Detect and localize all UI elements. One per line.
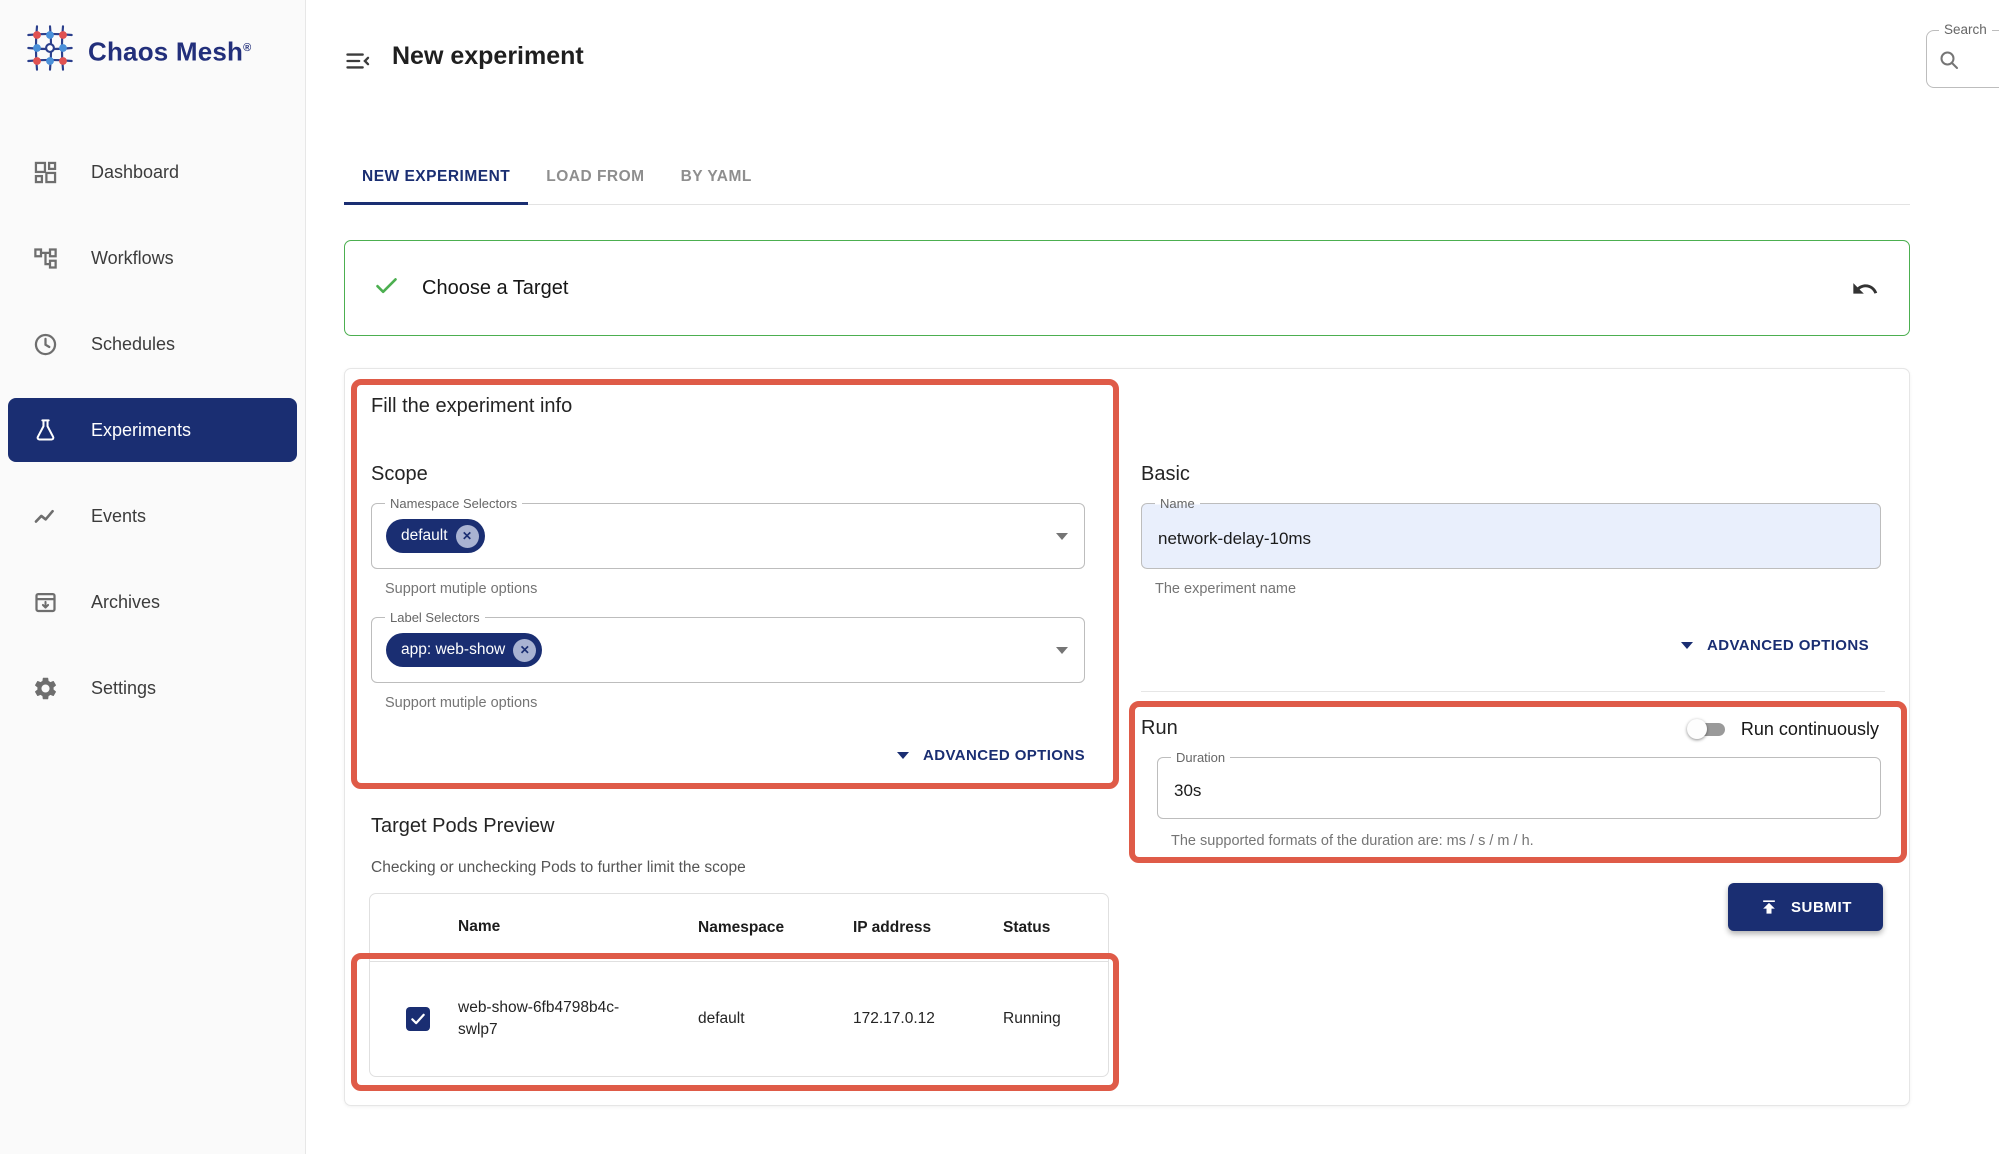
triangle-down-icon xyxy=(897,752,909,759)
sidebar-item-dashboard[interactable]: Dashboard xyxy=(8,140,297,204)
tab-new-experiment[interactable]: NEW EXPERIMENT xyxy=(344,150,528,204)
basic-advanced-options-link[interactable]: ADVANCED OPTIONS xyxy=(1141,637,1869,654)
name-field-label: Name xyxy=(1155,495,1200,512)
pod-row[interactable]: web-show-6fb4798b4c-swlp7 default 172.17… xyxy=(370,962,1108,1076)
submit-button[interactable]: SUBMIT xyxy=(1728,883,1883,931)
pods-table-header: Name Namespace IP address Status xyxy=(370,894,1108,962)
sidebar-nav: Dashboard Workflows Schedules xyxy=(0,140,305,742)
search-field-label: Search xyxy=(1939,22,1992,37)
chip-delete-icon[interactable]: ✕ xyxy=(456,525,479,548)
tab-load-from[interactable]: LOAD FROM xyxy=(528,150,662,204)
label-chip-label: app: web-show xyxy=(401,641,505,659)
pods-preview-description: Checking or unchecking Pods to further l… xyxy=(371,859,746,877)
brand-name: Chaos Mesh® xyxy=(88,22,251,78)
namespace-selectors-field[interactable]: Namespace Selectors default ✕ xyxy=(371,503,1085,569)
toggle-thumb xyxy=(1687,719,1707,739)
namespace-helper-text: Support mutiple options xyxy=(385,581,537,597)
column-header-status: Status xyxy=(1003,919,1108,937)
duration-helper-text: The supported formats of the duration ar… xyxy=(1171,833,1534,849)
submit-label: SUBMIT xyxy=(1791,899,1852,916)
namespace-chip: default ✕ xyxy=(386,519,485,553)
gear-icon xyxy=(32,675,59,702)
chaos-mesh-app: Chaos Mesh® Dashboard Workflows xyxy=(0,0,1999,1154)
tab-bar: NEW EXPERIMENT LOAD FROM BY YAML xyxy=(344,150,1910,205)
search-field[interactable]: Search xyxy=(1926,30,1999,88)
advanced-options-label: ADVANCED OPTIONS xyxy=(923,747,1085,764)
pod-ip: 172.17.0.12 xyxy=(853,1010,1003,1028)
sidebar-item-label: Settings xyxy=(91,678,156,699)
sidebar: Chaos Mesh® Dashboard Workflows xyxy=(0,0,306,1154)
experiment-info-heading: Fill the experiment info xyxy=(371,395,572,418)
sidebar-item-experiments[interactable]: Experiments xyxy=(8,398,297,462)
sidebar-item-archives[interactable]: Archives xyxy=(8,570,297,634)
label-chip: app: web-show ✕ xyxy=(386,633,542,667)
sidebar-item-workflows[interactable]: Workflows xyxy=(8,226,297,290)
column-header-name: Name xyxy=(458,916,698,938)
name-helper-text: The experiment name xyxy=(1155,581,1296,597)
sidebar-item-schedules[interactable]: Schedules xyxy=(8,312,297,376)
search-icon xyxy=(1937,48,1961,72)
sidebar-item-label: Archives xyxy=(91,592,160,613)
duration-field-label: Duration xyxy=(1171,749,1230,766)
timeline-icon xyxy=(32,503,59,530)
sidebar-item-label: Schedules xyxy=(91,334,175,355)
scope-advanced-options-link[interactable]: ADVANCED OPTIONS xyxy=(371,747,1085,764)
sidebar-item-events[interactable]: Events xyxy=(8,484,297,548)
pods-table: Name Namespace IP address Status web-sho… xyxy=(369,893,1109,1077)
chevron-down-icon[interactable] xyxy=(1056,533,1068,540)
run-heading: Run xyxy=(1141,717,1178,740)
sidebar-item-label: Events xyxy=(91,506,146,527)
experiment-name-input[interactable] xyxy=(1142,504,1880,568)
sidebar-item-settings[interactable]: Settings xyxy=(8,656,297,720)
triangle-down-icon xyxy=(1681,642,1693,649)
section-divider xyxy=(1141,691,1885,692)
basic-heading: Basic xyxy=(1141,463,1190,486)
sidebar-item-label: Workflows xyxy=(91,248,174,269)
pods-preview-heading: Target Pods Preview xyxy=(371,815,554,838)
undo-icon[interactable] xyxy=(1851,275,1879,303)
choose-target-label: Choose a Target xyxy=(422,277,568,300)
sidebar-item-label: Dashboard xyxy=(91,162,179,183)
experiment-form-card: Fill the experiment info Scope Namespace… xyxy=(344,368,1910,1106)
scope-heading: Scope xyxy=(371,463,428,486)
menu-open-icon[interactable] xyxy=(344,47,372,75)
namespace-chip-label: default xyxy=(401,527,448,545)
label-selectors-label: Label Selectors xyxy=(385,609,485,626)
pod-status: Running xyxy=(1003,1010,1108,1028)
pod-namespace: default xyxy=(698,1010,853,1028)
pod-name: web-show-6fb4798b4c-swlp7 xyxy=(458,997,698,1042)
namespace-selectors-label: Namespace Selectors xyxy=(385,495,522,512)
duration-field[interactable]: Duration xyxy=(1157,757,1881,819)
publish-icon xyxy=(1759,897,1779,917)
run-continuously-label: Run continuously xyxy=(1741,719,1879,740)
tab-by-yaml[interactable]: BY YAML xyxy=(663,150,770,204)
run-continuously-toggle[interactable] xyxy=(1687,717,1727,741)
column-header-ip: IP address xyxy=(853,919,1003,937)
brand-logo: Chaos Mesh® xyxy=(0,0,305,79)
advanced-options-label: ADVANCED OPTIONS xyxy=(1707,637,1869,654)
flask-icon xyxy=(32,417,59,444)
label-helper-text: Support mutiple options xyxy=(385,695,537,711)
pod-checkbox[interactable] xyxy=(406,1007,430,1031)
choose-target-step: Choose a Target xyxy=(344,240,1910,336)
trademark: ® xyxy=(243,42,251,54)
workflow-icon xyxy=(32,245,59,272)
archive-icon xyxy=(32,589,59,616)
run-continuously-toggle-row: Run continuously xyxy=(1687,717,1879,741)
check-icon xyxy=(373,272,400,304)
label-selectors-field[interactable]: Label Selectors app: web-show ✕ xyxy=(371,617,1085,683)
sidebar-item-label: Experiments xyxy=(91,420,191,441)
page-title: New experiment xyxy=(392,42,584,71)
chevron-down-icon[interactable] xyxy=(1056,647,1068,654)
chip-delete-icon[interactable]: ✕ xyxy=(513,639,536,662)
column-header-namespace: Namespace xyxy=(698,919,853,937)
experiment-name-field[interactable]: Name xyxy=(1141,503,1881,569)
clock-icon xyxy=(32,331,59,358)
duration-input[interactable] xyxy=(1158,758,1880,818)
dashboard-icon xyxy=(32,159,59,186)
mesh-logo-icon xyxy=(24,22,76,79)
